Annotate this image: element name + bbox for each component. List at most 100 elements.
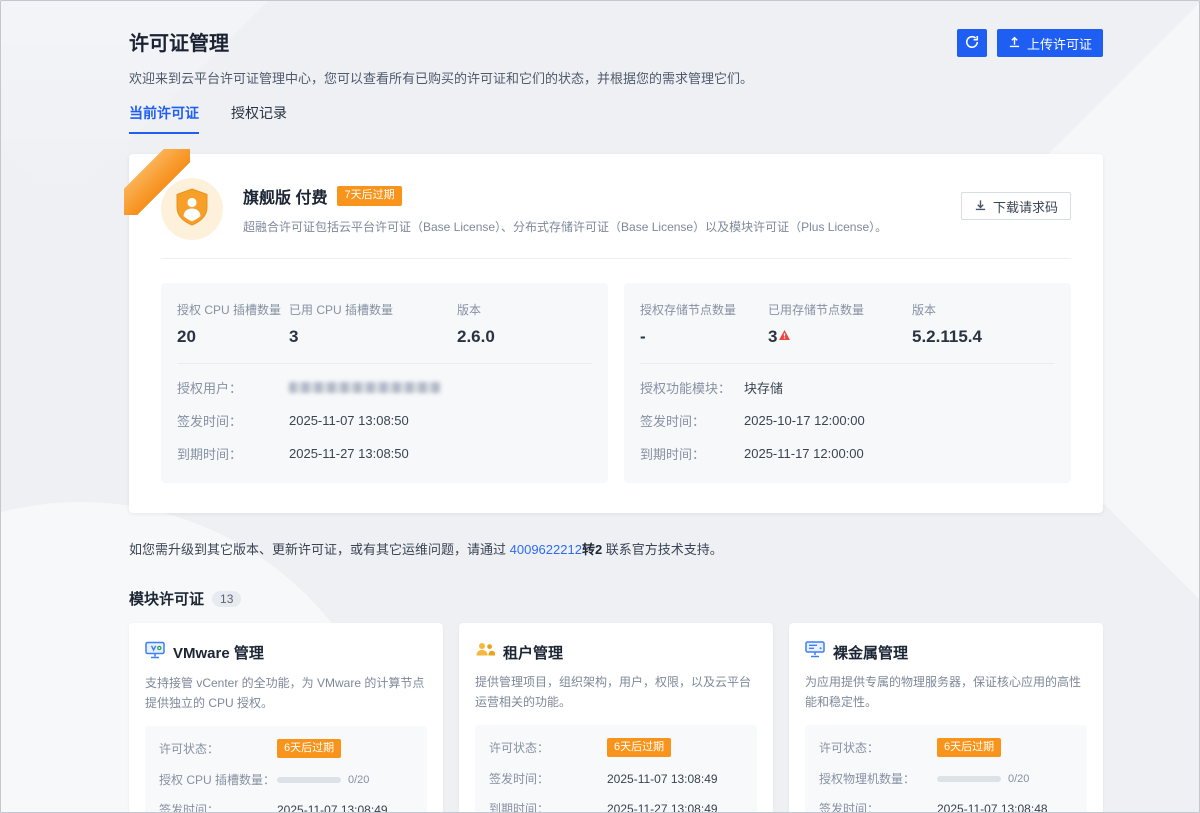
row-label: 授权 CPU 插槽数量： (159, 771, 277, 788)
module-section-title: 模块许可证 (129, 588, 204, 609)
warning-icon (779, 325, 790, 345)
module-card-description: 支持接管 vCenter 的全功能，为 VMware 的计算节点提供独立的 CP… (145, 673, 427, 714)
stat-value: 3 (289, 327, 457, 347)
module-card-detail-panel: 许可状态： 6天后过期 授权 CPU 插槽数量： 0/20 签发时间： 2025… (145, 726, 427, 813)
refresh-button[interactable] (957, 29, 987, 57)
panel-divider (640, 363, 1055, 364)
support-phone-link[interactable]: 4009622212 (510, 542, 582, 557)
issued-time-row: 签发时间： 2025-11-07 13:08:49 (489, 770, 743, 787)
row-label: 许可状态： (489, 739, 607, 756)
module-card-description: 提供管理项目，组织架构，用户，权限，以及云平台运营相关的功能。 (475, 672, 757, 713)
stat-storage-version: 版本 5.2.115.4 (912, 301, 982, 347)
quota-progress-bar (277, 777, 341, 783)
stat-platform-version: 版本 2.6.0 (457, 301, 495, 347)
download-request-code-button[interactable]: 下载请求码 (961, 192, 1071, 220)
support-note-suffix: 联系官方技术支持。 (602, 542, 723, 557)
download-icon (974, 198, 987, 214)
issued-time-row: 签发时间： 2025-11-07 13:08:50 (177, 411, 592, 430)
module-count-badge: 13 (212, 591, 241, 607)
quota-row: 授权物理机数量： 0/20 (819, 770, 1073, 787)
license-status-row: 许可状态： 6天后过期 (489, 738, 743, 757)
row-label: 签发时间： (489, 770, 607, 787)
license-avatar (161, 178, 223, 240)
module-card-vmware: VMware 管理 支持接管 vCenter 的全功能，为 VMware 的计算… (129, 623, 443, 813)
refresh-icon (965, 35, 979, 52)
tab-current-license[interactable]: 当前许可证 (129, 103, 199, 134)
support-note-prefix: 如您需升级到其它版本、更新许可证，或有其它运维问题，请通过 (129, 542, 510, 557)
authorized-module-row: 授权功能模块： 块存储 (640, 378, 1055, 397)
license-tabs: 当前许可证 授权记录 (129, 103, 1103, 134)
baremetal-management-icon (805, 641, 825, 663)
status-badge: 6天后过期 (937, 738, 1001, 757)
license-management-page: 许可证管理 欢迎来到云平台许可证管理中心，您可以查看所有已购买的许可证和它们的状… (0, 0, 1200, 813)
row-label: 到期时间： (177, 444, 289, 463)
module-card-baremetal: 裸金属管理 为应用提供专属的物理服务器，保证核心应用的高性能和稳定性。 许可状态… (789, 623, 1103, 813)
stat-value: 3 (768, 327, 777, 347)
row-value: 2025-11-07 13:08:50 (289, 413, 409, 428)
expire-time-row: 到期时间： 2025-11-27 13:08:49 (489, 800, 743, 813)
tab-auth-records[interactable]: 授权记录 (231, 103, 287, 134)
page-subtitle: 欢迎来到云平台许可证管理中心，您可以查看所有已购买的许可证和它们的状态，并根据您… (129, 68, 753, 87)
row-value: 2025-11-07 13:08:49 (607, 772, 718, 786)
stat-value: 5.2.115.4 (912, 327, 982, 347)
authorized-user-row: 授权用户： (177, 378, 592, 397)
expire-time-row: 到期时间： 2025-11-27 13:08:50 (177, 444, 592, 463)
row-value: 2025-11-27 13:08:50 (289, 446, 409, 461)
quota-progress-value: 0/20 (348, 774, 369, 786)
module-card-tenant: 租户管理 提供管理项目，组织架构，用户，权限，以及云平台运营相关的功能。 许可状… (459, 623, 773, 813)
support-phone-ext: 转2 (582, 542, 602, 557)
upload-license-button[interactable]: 上传许可证 (997, 29, 1103, 57)
issued-time-row: 签发时间： 2025-11-07 13:08:48 (819, 800, 1073, 813)
row-value: 2025-11-07 13:08:49 (277, 803, 388, 813)
module-card-list: VMware 管理 支持接管 vCenter 的全功能，为 VMware 的计算… (129, 623, 1103, 813)
license-expire-badge: 7天后过期 (337, 186, 401, 205)
header-actions: 上传许可证 (957, 29, 1103, 57)
stat-label: 授权 CPU 插槽数量 (177, 301, 289, 318)
redacted-user-value (289, 382, 441, 393)
panel-divider (177, 363, 592, 364)
row-label: 许可状态： (159, 740, 277, 757)
page-header: 许可证管理 欢迎来到云平台许可证管理中心，您可以查看所有已购买的许可证和它们的状… (129, 27, 1103, 87)
expire-time-row: 到期时间： 2025-11-17 12:00:00 (640, 444, 1055, 463)
license-card-header: 旗舰版 付费 7天后过期 超融合许可证包括云平台许可证（Base License… (161, 178, 1071, 240)
row-label: 签发时间： (177, 411, 289, 430)
stat-label: 版本 (457, 301, 495, 318)
stat-label: 版本 (912, 301, 982, 318)
module-section-header: 模块许可证 13 (129, 588, 1103, 609)
row-label: 授权用户： (177, 378, 289, 397)
upload-icon (1008, 35, 1021, 51)
stat-storage-nodes-used: 已用存储节点数量 3 (768, 301, 912, 347)
row-label: 到期时间： (489, 800, 607, 813)
platform-license-panel: 授权 CPU 插槽数量 20 已用 CPU 插槽数量 3 版本 2.6.0 (161, 283, 608, 483)
download-request-code-label: 下载请求码 (993, 197, 1058, 216)
shield-person-icon (175, 188, 209, 231)
license-description: 超融合许可证包括云平台许可证（Base License）、分布式存储许可证（Ba… (243, 218, 887, 235)
row-value: 2025-11-07 13:08:48 (937, 802, 1048, 813)
status-badge: 6天后过期 (277, 739, 341, 758)
row-label: 授权功能模块： (640, 378, 744, 397)
module-card-detail-panel: 许可状态： 6天后过期 授权物理机数量： 0/20 签发时间： 2025-11-… (805, 725, 1087, 813)
storage-license-panel: 授权存储节点数量 - 已用存储节点数量 3 (624, 283, 1071, 483)
row-label: 签发时间： (159, 801, 277, 813)
stat-cpu-sockets-used: 已用 CPU 插槽数量 3 (289, 301, 457, 347)
quota-progress-value: 0/20 (1008, 773, 1029, 785)
row-label: 到期时间： (640, 444, 744, 463)
status-badge: 6天后过期 (607, 738, 671, 757)
stat-storage-nodes-authorized: 授权存储节点数量 - (640, 301, 768, 347)
row-value: 2025-10-17 12:00:00 (744, 413, 865, 428)
stat-label: 已用 CPU 插槽数量 (289, 301, 457, 318)
tenant-management-icon (475, 641, 495, 663)
license-status-row: 许可状态： 6天后过期 (159, 739, 413, 758)
row-label: 签发时间： (819, 800, 937, 813)
module-card-title: VMware 管理 (173, 642, 264, 663)
issued-time-row: 签发时间： 2025-11-07 13:08:49 (159, 801, 413, 813)
stat-cpu-sockets-authorized: 授权 CPU 插槽数量 20 (177, 301, 289, 347)
stat-value: 20 (177, 327, 289, 347)
row-label: 许可状态： (819, 739, 937, 756)
page-title: 许可证管理 (129, 27, 753, 56)
upload-license-label: 上传许可证 (1027, 34, 1092, 53)
quota-progress-bar (937, 776, 1001, 782)
row-value: 2025-11-27 13:08:49 (607, 802, 718, 813)
stat-value: 2.6.0 (457, 327, 495, 347)
module-card-detail-panel: 许可状态： 6天后过期 签发时间： 2025-11-07 13:08:49 到期… (475, 725, 757, 813)
